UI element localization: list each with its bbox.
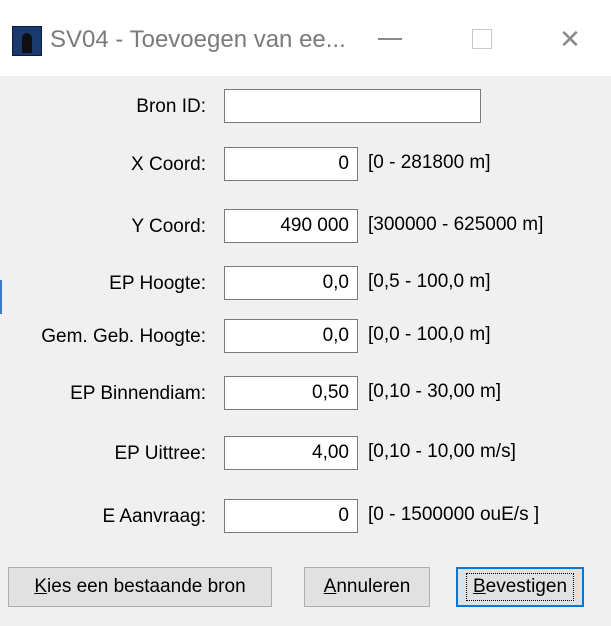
close-button[interactable]: ✕: [540, 14, 600, 64]
ep-hoogte-field[interactable]: 0,0: [224, 266, 358, 300]
kies-label-rest: ies een bestaande bron: [47, 576, 246, 597]
kies-bestaande-bron-label: Kies een bestaande bron: [30, 576, 249, 598]
x-coord-range: [0 - 281800 m]: [368, 152, 491, 173]
app-icon: [12, 26, 42, 56]
ep-binnendiam-label: EP Binnendiam:: [70, 383, 206, 404]
bevestigen-accel-key: B: [472, 576, 486, 597]
gem-geb-hoogte-range: [0,0 - 100,0 m]: [368, 324, 491, 345]
kies-bestaande-bron-button[interactable]: Kies een bestaande bron: [8, 567, 272, 607]
e-aanvraag-label: E Aanvraag:: [102, 506, 206, 527]
annuleren-accel-key: A: [323, 576, 337, 597]
ep-hoogte-label: EP Hoogte:: [109, 273, 206, 294]
ep-binnendiam-field[interactable]: 0,50: [224, 376, 358, 410]
annuleren-label-rest: nnuleren: [336, 576, 411, 597]
ep-uittree-label: EP Uittree:: [114, 443, 206, 464]
y-coord-field[interactable]: 490 000: [224, 209, 358, 243]
ep-hoogte-range: [0,5 - 100,0 m]: [368, 271, 491, 292]
e-aanvraag-field[interactable]: 0: [224, 499, 358, 533]
ep-binnendiam-range: [0,10 - 30,00 m]: [368, 381, 502, 402]
minimize-icon: [378, 38, 402, 40]
e-aanvraag-range: [0 - 1500000 ouE/s ]: [368, 504, 540, 525]
bevestigen-label-rest: evestigen: [485, 576, 568, 597]
minimize-button[interactable]: [360, 14, 420, 64]
x-coord-field[interactable]: 0: [224, 147, 358, 181]
x-coord-label: X Coord:: [131, 154, 206, 175]
maximize-button[interactable]: [452, 14, 512, 64]
y-coord-label: Y Coord:: [131, 216, 206, 237]
ep-uittree-range: [0,10 - 10,00 m/s]: [368, 441, 516, 462]
kies-accel-key: K: [34, 576, 48, 597]
window-title: SV04 - Toevoegen van ee...: [50, 26, 346, 53]
gem-geb-hoogte-label: Gem. Geb. Hoogte:: [41, 326, 206, 347]
bron-id-label: Bron ID:: [136, 96, 206, 117]
left-edge-marker: [0, 280, 2, 314]
maximize-icon: [472, 29, 492, 49]
annuleren-label: Annuleren: [320, 576, 415, 598]
annuleren-button[interactable]: Annuleren: [304, 567, 430, 607]
bevestigen-button[interactable]: Bevestigen: [456, 567, 584, 607]
ep-uittree-field[interactable]: 4,00: [224, 436, 358, 470]
bron-id-field[interactable]: [224, 89, 481, 123]
close-icon: ✕: [559, 23, 581, 54]
bevestigen-label: Bevestigen: [465, 573, 575, 601]
y-coord-range: [300000 - 625000 m]: [368, 214, 544, 235]
gem-geb-hoogte-field[interactable]: 0,0: [224, 319, 358, 353]
title-bar[interactable]: SV04 - Toevoegen van ee... ✕: [0, 0, 611, 76]
